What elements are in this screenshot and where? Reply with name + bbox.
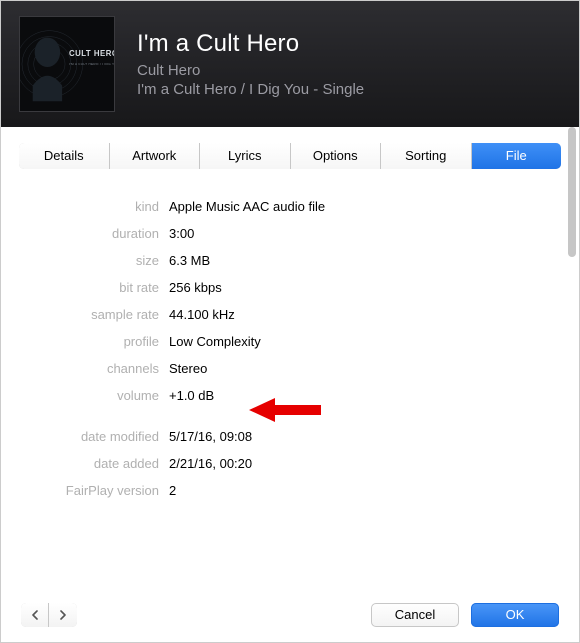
label-fairplay: FairPlay version — [19, 483, 169, 498]
cancel-button[interactable]: Cancel — [371, 603, 459, 627]
chevron-right-icon — [59, 610, 67, 620]
label-channels: channels — [19, 361, 169, 376]
label-profile: profile — [19, 334, 169, 349]
value-date-added: 2/21/16, 00:20 — [169, 456, 252, 471]
song-title: I'm a Cult Hero — [137, 30, 364, 58]
row-channels: channels Stereo — [19, 361, 561, 376]
next-button[interactable] — [49, 603, 77, 627]
value-fairplay: 2 — [169, 483, 176, 498]
value-profile: Low Complexity — [169, 334, 261, 349]
header-meta: I'm a Cult Hero Cult Hero I'm a Cult Her… — [137, 30, 364, 98]
tab-lyrics[interactable]: Lyrics — [200, 143, 291, 169]
label-bit-rate: bit rate — [19, 280, 169, 295]
value-sample-rate: 44.100 kHz — [169, 307, 235, 322]
ok-button[interactable]: OK — [471, 603, 559, 627]
value-channels: Stereo — [169, 361, 207, 376]
song-info-window: CULT HERO I'M A CULT HERO / I DIG YOU I'… — [0, 0, 580, 643]
label-date-added: date added — [19, 456, 169, 471]
scrollbar-thumb[interactable] — [568, 127, 576, 257]
row-sample-rate: sample rate 44.100 kHz — [19, 307, 561, 322]
row-size: size 6.3 MB — [19, 253, 561, 268]
value-date-modified: 5/17/16, 09:08 — [169, 429, 252, 444]
value-volume: +1.0 dB — [169, 388, 214, 403]
label-size: size — [19, 253, 169, 268]
value-size: 6.3 MB — [169, 253, 210, 268]
scrollbar[interactable] — [564, 127, 578, 257]
artwork-subtitle: I'M A CULT HERO / I DIG YOU — [69, 62, 114, 66]
row-date-modified: date modified 5/17/16, 09:08 — [19, 429, 561, 444]
label-duration: duration — [19, 226, 169, 241]
album-artwork: CULT HERO I'M A CULT HERO / I DIG YOU — [19, 16, 115, 112]
row-bit-rate: bit rate 256 kbps — [19, 280, 561, 295]
value-duration: 3:00 — [169, 226, 194, 241]
label-date-modified: date modified — [19, 429, 169, 444]
row-volume: volume +1.0 dB — [19, 388, 561, 403]
file-details: kind Apple Music AAC audio file duration… — [19, 199, 561, 498]
row-profile: profile Low Complexity — [19, 334, 561, 349]
label-volume: volume — [19, 388, 169, 403]
row-date-added: date added 2/21/16, 00:20 — [19, 456, 561, 471]
prev-button[interactable] — [21, 603, 49, 627]
group-separator — [19, 415, 561, 429]
label-sample-rate: sample rate — [19, 307, 169, 322]
tab-file[interactable]: File — [472, 143, 562, 169]
tab-artwork[interactable]: Artwork — [110, 143, 201, 169]
value-bit-rate: 256 kbps — [169, 280, 222, 295]
row-fairplay: FairPlay version 2 — [19, 483, 561, 498]
tab-bar: Details Artwork Lyrics Options Sorting F… — [19, 143, 561, 169]
footer: Cancel OK — [1, 603, 579, 627]
header: CULT HERO I'M A CULT HERO / I DIG YOU I'… — [1, 1, 579, 127]
artwork-title: CULT HERO — [69, 49, 114, 58]
label-kind: kind — [19, 199, 169, 214]
row-duration: duration 3:00 — [19, 226, 561, 241]
nav-group — [21, 603, 77, 627]
tab-sorting[interactable]: Sorting — [381, 143, 472, 169]
value-kind: Apple Music AAC audio file — [169, 199, 325, 214]
tab-details[interactable]: Details — [19, 143, 110, 169]
artist-name: Cult Hero — [137, 62, 364, 79]
chevron-left-icon — [31, 610, 39, 620]
album-name: I'm a Cult Hero / I Dig You - Single — [137, 81, 364, 98]
tab-options[interactable]: Options — [291, 143, 382, 169]
body: Details Artwork Lyrics Options Sorting F… — [1, 127, 579, 643]
row-kind: kind Apple Music AAC audio file — [19, 199, 561, 214]
